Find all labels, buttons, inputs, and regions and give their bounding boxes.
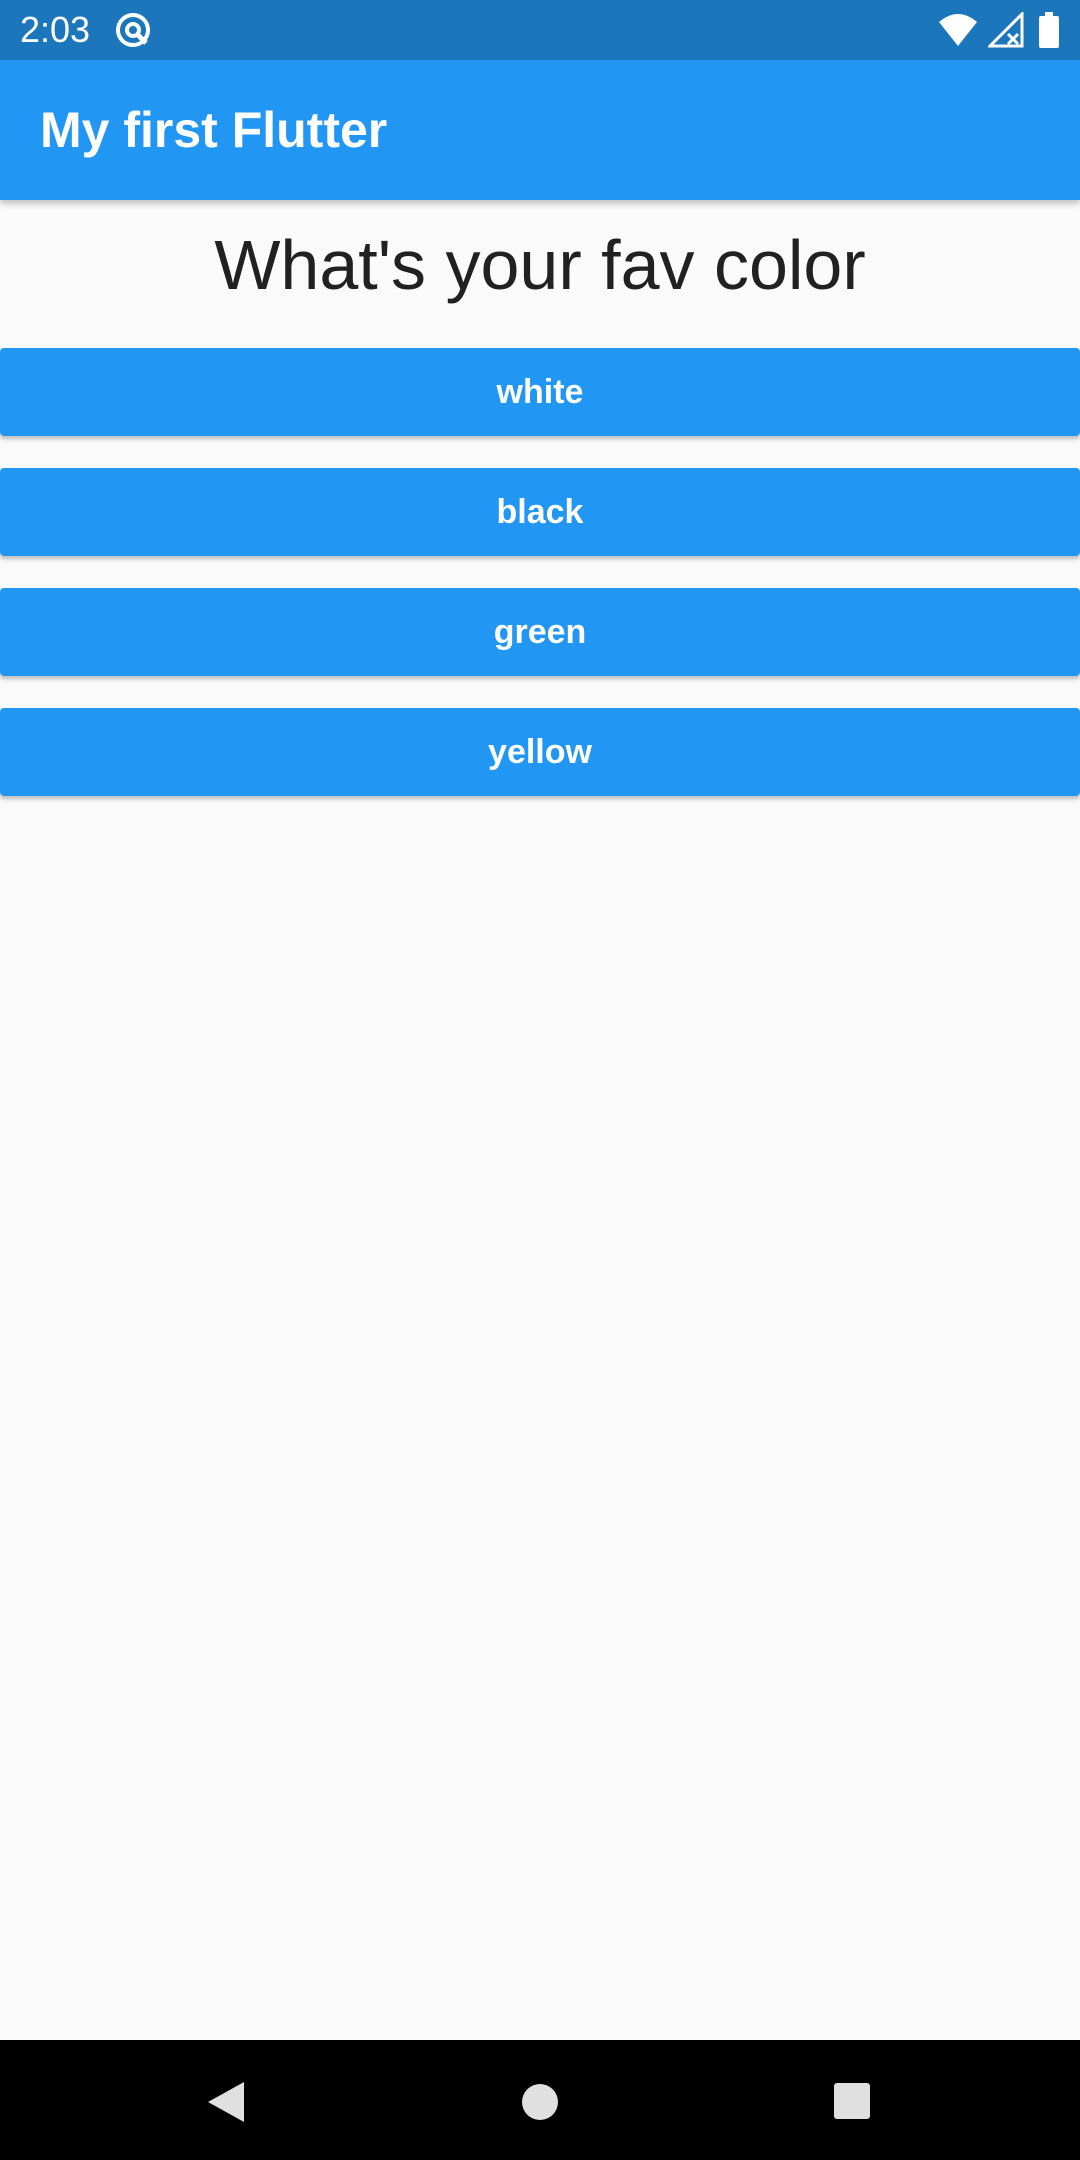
status-bar: 2:03	[0, 0, 1080, 60]
back-icon[interactable]	[206, 2080, 246, 2124]
recents-icon[interactable]	[833, 2082, 871, 2120]
app-bar-title: My first Flutter	[40, 102, 388, 158]
app-screen: 2:03 My first Flutter What's your fav co	[0, 0, 1080, 2160]
wifi-icon	[939, 14, 977, 46]
signal-icon	[988, 12, 1024, 48]
app-bar: My first Flutter	[0, 60, 1080, 200]
answer-button-green[interactable]: green	[0, 588, 1080, 676]
answer-button-yellow[interactable]: yellow	[0, 708, 1080, 796]
status-time: 2:03	[20, 9, 91, 50]
home-icon[interactable]	[520, 2082, 560, 2122]
answer-button-white[interactable]: white	[0, 348, 1080, 436]
battery-icon	[1039, 12, 1059, 48]
answer-button-black[interactable]: black	[0, 468, 1080, 556]
app-notification-icon	[116, 13, 150, 47]
navigation-bar	[0, 2040, 1080, 2160]
question-text: What's your fav color	[214, 226, 866, 304]
